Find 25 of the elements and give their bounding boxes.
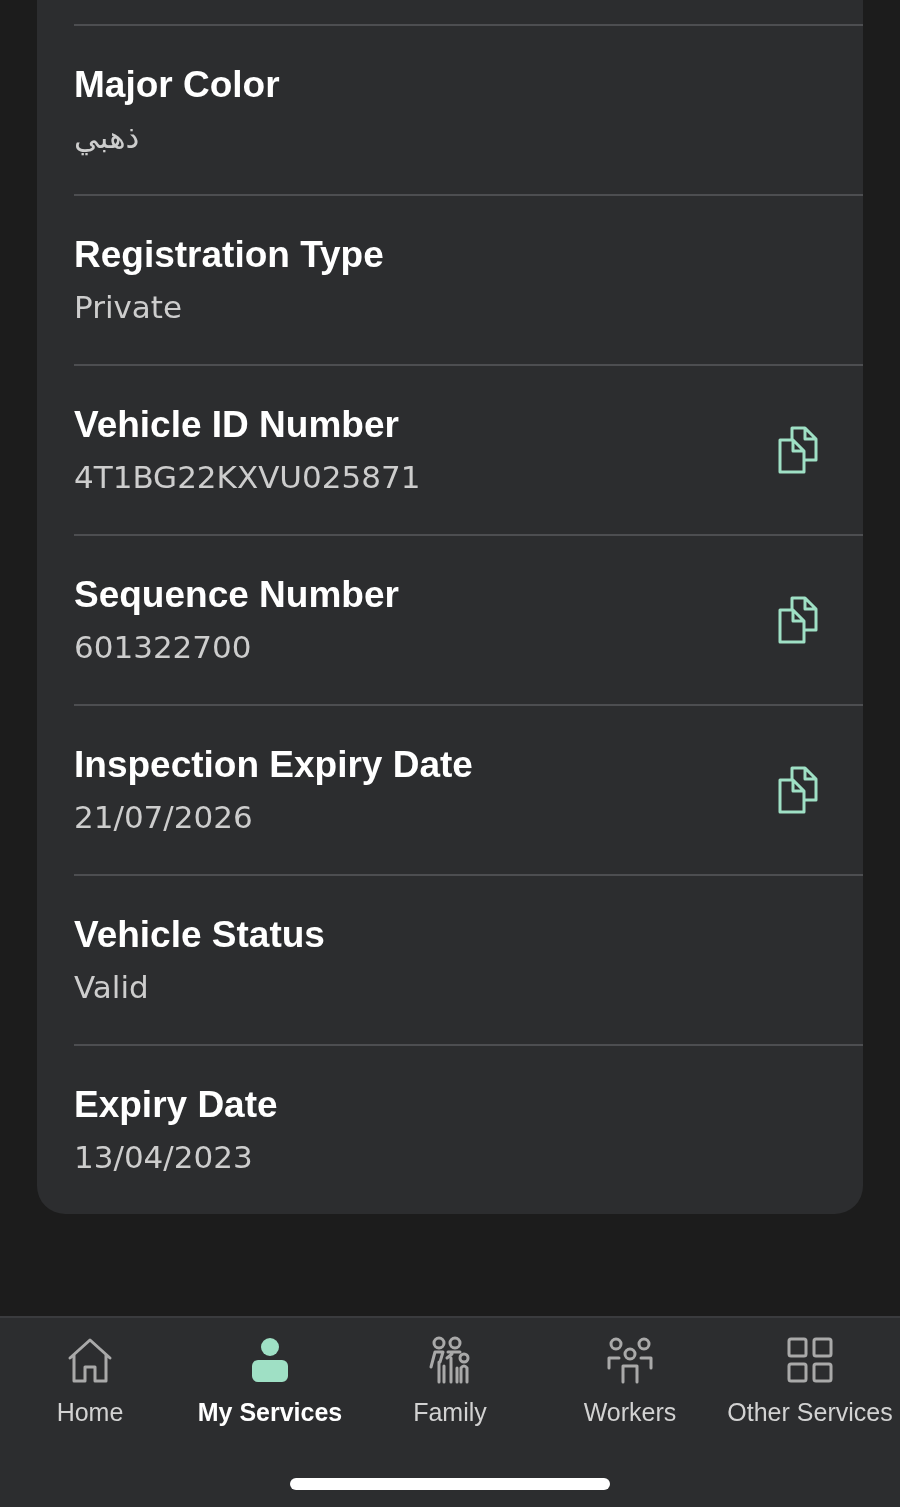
- field-value: 601322700: [74, 628, 253, 667]
- field-label: Inspection Expiry Date: [74, 743, 473, 787]
- field-value: Private: [74, 288, 184, 327]
- nav-tab[interactable]: Home: [0, 1318, 180, 1426]
- field-label: Sequence Number: [74, 573, 399, 617]
- grid-icon: [786, 1336, 834, 1384]
- group-icon: [606, 1336, 654, 1384]
- field-label: Major Color: [74, 63, 280, 107]
- field-value: Valid: [74, 968, 150, 1007]
- nav-tab[interactable]: Family: [360, 1318, 540, 1426]
- field-label: Expiry Date: [74, 1083, 278, 1127]
- field-label: Registration Type: [74, 233, 384, 277]
- field-value: 21/07/2026: [74, 798, 254, 837]
- copy-icon[interactable]: [776, 766, 820, 814]
- nav-tab[interactable]: My Services: [180, 1318, 360, 1426]
- nav-tab[interactable]: Workers: [540, 1318, 720, 1426]
- copy-icon[interactable]: [776, 596, 820, 644]
- field-value: 4T1BG22KXVU025871: [74, 458, 421, 497]
- field-value: 13/04/2023: [74, 1138, 254, 1177]
- field-label: Vehicle Status: [74, 913, 325, 957]
- field-value: ذهبي: [74, 118, 141, 157]
- field-label: Vehicle ID Number: [74, 403, 400, 447]
- copy-icon[interactable]: [776, 426, 820, 474]
- nav-tab[interactable]: Other Services: [720, 1318, 900, 1426]
- home-icon: [66, 1336, 114, 1384]
